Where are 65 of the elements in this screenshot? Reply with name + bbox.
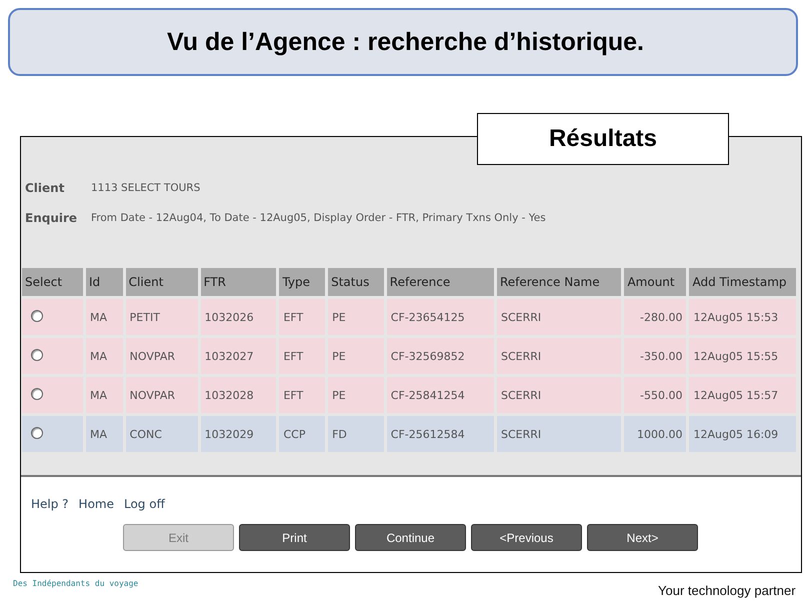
action-button[interactable]: Next> — [587, 524, 698, 551]
table-cell: 1032029 — [200, 416, 276, 452]
column-header: Reference Name — [496, 268, 622, 296]
radio-button[interactable] — [31, 388, 43, 400]
table-cell: SCERRI — [496, 416, 622, 452]
column-header: Id — [86, 268, 123, 296]
table-cell: PE — [328, 299, 384, 335]
nav-link[interactable]: Help ? — [31, 497, 69, 511]
table-cell: 12Aug05 15:55 — [689, 338, 796, 374]
column-header: Status — [328, 268, 384, 296]
table-cell: 12Aug05 15:57 — [689, 377, 796, 413]
results-label: Résultats — [477, 113, 729, 165]
action-button[interactable]: Continue — [355, 524, 466, 551]
table-cell: 1032028 — [200, 377, 276, 413]
column-header: Reference — [386, 268, 494, 296]
table-cell: CF-25841254 — [386, 377, 494, 413]
radio-button[interactable] — [31, 310, 43, 322]
table-cell: MA — [86, 377, 123, 413]
column-header: Add Timestamp — [689, 268, 796, 296]
tagline: Des Indépendants du voyage — [13, 579, 138, 588]
tagline: Your technology partner — [658, 583, 796, 598]
radio-button[interactable] — [31, 426, 43, 438]
table-cell: CONC — [126, 416, 198, 452]
column-header: Client — [126, 268, 198, 296]
table-cell: FD — [328, 416, 384, 452]
column-header: FTR — [200, 268, 276, 296]
table-cell: -550.00 — [624, 377, 686, 413]
table-cell: CF-23654125 — [386, 299, 494, 335]
action-button[interactable]: <Previous — [471, 524, 582, 551]
table-cell: 1032026 — [200, 299, 276, 335]
table-cell: 1032027 — [200, 338, 276, 374]
table-cell: -280.00 — [624, 299, 686, 335]
table-cell: 1000.00 — [624, 416, 686, 452]
table-cell: NOVPAR — [126, 377, 198, 413]
radio-button[interactable] — [31, 348, 43, 360]
nav-link[interactable]: Home — [78, 497, 114, 511]
table-cell: PE — [328, 377, 384, 413]
table-cell: SCERRI — [496, 338, 622, 374]
action-button[interactable]: Print — [239, 524, 350, 551]
nav-link[interactable]: Log off — [124, 497, 165, 511]
table-cell: 12Aug05 16:09 — [689, 416, 796, 452]
table-cell: SCERRI — [496, 377, 622, 413]
table-cell: MA — [86, 416, 123, 452]
table-cell: -350.00 — [624, 338, 686, 374]
table-cell: CF-25612584 — [386, 416, 494, 452]
table-cell: MA — [86, 338, 123, 374]
column-header: Type — [279, 268, 326, 296]
table-cell: EFT — [279, 299, 326, 335]
table-cell: PE — [328, 338, 384, 374]
table-cell: EFT — [279, 377, 326, 413]
slide-title: Vu de l’Agence : recherche d’historique. — [167, 28, 644, 56]
table-cell: SCERRI — [496, 299, 622, 335]
table-cell: MA — [86, 299, 123, 335]
client-label: Client — [25, 181, 66, 195]
table-cell: CF-32569852 — [386, 338, 494, 374]
table-cell: EFT — [279, 338, 326, 374]
table-cell: PETIT — [126, 299, 198, 335]
column-header: Amount — [624, 268, 686, 296]
table-cell: 12Aug05 15:53 — [689, 299, 796, 335]
table-cell: NOVPAR — [126, 338, 198, 374]
enquire-value: From Date - 12Aug04, To Date - 12Aug05, Display Order - FTR, Primary Txns Only - Yes — [91, 212, 546, 224]
enquire-label: Enquire — [25, 211, 78, 225]
client-value: 1113 SELECT TOURS — [91, 182, 200, 194]
table-cell: CCP — [279, 416, 326, 452]
column-header: Select — [22, 268, 83, 296]
